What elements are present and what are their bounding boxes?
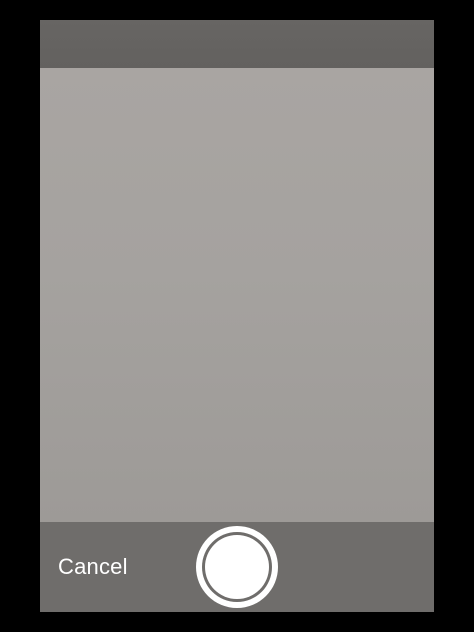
- shutter-button[interactable]: [196, 526, 278, 608]
- camera-viewfinder: [40, 68, 434, 522]
- circle-shutter-icon: [205, 535, 269, 599]
- top-bar: [40, 20, 434, 68]
- camera-screen: Cancel: [0, 0, 474, 632]
- camera-controls-bar: Cancel: [40, 522, 434, 612]
- camera-frame: Cancel: [40, 20, 434, 612]
- cancel-button[interactable]: Cancel: [58, 552, 128, 582]
